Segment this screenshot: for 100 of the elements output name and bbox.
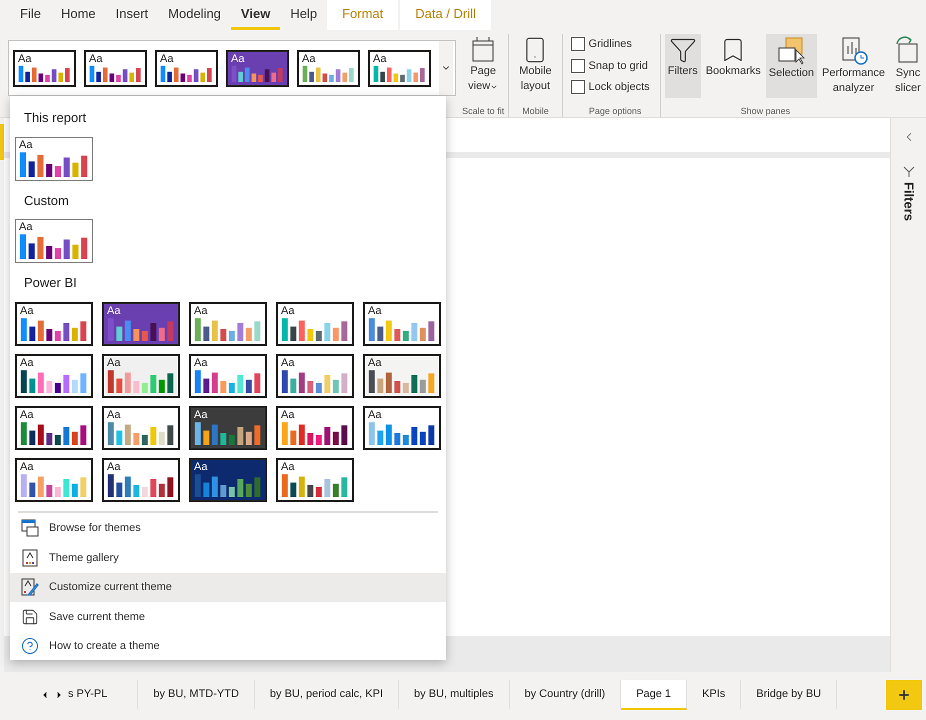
theme-sample-text: Aa — [107, 304, 122, 316]
page-tab[interactable]: Bridge by BU — [741, 680, 838, 710]
theme-thumbnail[interactable]: Aa — [189, 354, 267, 398]
theme-thumbnail[interactable]: Aa — [15, 406, 93, 450]
bar-chart-drawing — [19, 233, 89, 259]
bar-chart-drawing — [281, 368, 349, 392]
theme-thumbnail[interactable]: Aa — [226, 50, 289, 86]
window-icon — [21, 519, 39, 538]
pane-toggle-button[interactable]: Bookmarks — [702, 34, 764, 98]
bar-chart-drawing — [368, 420, 436, 444]
theme-sample-text: Aa — [302, 52, 316, 64]
theme-thumbnail[interactable]: Aa — [276, 354, 354, 398]
edit-theme-icon — [21, 578, 39, 596]
bar-chart-drawing — [231, 64, 284, 82]
theme-thumbnail[interactable]: Aa — [276, 302, 354, 346]
menu-tab[interactable]: Home — [50, 0, 106, 30]
menu-item[interactable]: Theme gallery — [10, 543, 446, 572]
group-label: Show panes — [740, 105, 790, 117]
theme-thumbnail[interactable]: Aa — [368, 50, 431, 86]
theme-sample-text: Aa — [160, 52, 174, 64]
mobile-layout-button[interactable]: Mobile layout — [519, 34, 552, 105]
theme-sample-text: Aa — [368, 408, 382, 420]
bar-chart-drawing — [368, 368, 436, 392]
page-tab[interactable]: by BU, MTD-YTD — [138, 680, 255, 710]
menu-item[interactable]: Customize current theme — [10, 572, 446, 602]
theme-thumbnail[interactable]: Aa — [84, 50, 147, 86]
checkbox[interactable] — [570, 58, 585, 73]
theme-thumbnail[interactable]: Aa — [102, 354, 180, 398]
bar-chart-drawing — [194, 316, 262, 340]
pane-toggle-button[interactable]: Performance analyzer — [819, 34, 888, 98]
theme-sample-text: Aa — [194, 304, 208, 316]
page-tab[interactable]: KPIs — [687, 680, 742, 710]
theme-sample-text: Aa — [194, 460, 208, 472]
menu-item[interactable]: How to create a theme — [10, 632, 446, 661]
theme-sample-text: Aa — [281, 408, 296, 420]
bar-chart-drawing — [281, 420, 349, 444]
theme-sample-text: Aa — [107, 408, 122, 420]
checkbox-label: Gridlines — [588, 37, 632, 52]
theme-sample-text: Aa — [107, 356, 122, 368]
group-label: Scale to fit — [462, 105, 504, 117]
theme-thumbnail[interactable]: Aa — [102, 406, 180, 450]
bar-chart-drawing — [194, 472, 262, 496]
page-tab[interactable]: by BU, period calc, KPI — [254, 680, 400, 710]
page-tab[interactable]: Page 1 — [621, 680, 688, 710]
theme-thumbnail[interactable]: Aa — [13, 50, 76, 86]
theme-thumbnail[interactable]: Aa — [276, 458, 354, 502]
theme-thumbnail[interactable]: Aa — [297, 50, 360, 86]
bar-chart-drawing — [20, 420, 88, 444]
page-tab[interactable]: by BU, multiples — [399, 680, 510, 710]
theme-thumbnail[interactable]: Aa — [155, 50, 218, 86]
page-view-button[interactable]: Page view — [468, 34, 498, 105]
page-tab[interactable]: s PY-PL — [66, 680, 138, 710]
section-heading: Power BI — [23, 274, 78, 292]
menu-item[interactable]: Save current theme — [10, 602, 446, 632]
checkbox[interactable] — [570, 80, 585, 94]
theme-thumbnail[interactable]: Aa — [363, 354, 441, 398]
bar-chart-drawing — [160, 64, 213, 82]
theme-thumbnail[interactable]: Aa — [15, 219, 93, 263]
theme-thumbnail[interactable]: Aa — [363, 406, 441, 450]
theme-sample-text: Aa — [373, 52, 388, 64]
bar-chart-drawing — [107, 420, 175, 444]
menu-tab[interactable]: Help — [280, 0, 328, 30]
pane-title: Filters — [900, 182, 918, 222]
bar-chart-drawing — [20, 472, 88, 496]
theme-thumbnail[interactable]: Aa — [363, 302, 441, 346]
menu-tab[interactable]: File — [10, 0, 51, 30]
theme-thumbnail[interactable]: Aa — [102, 302, 180, 346]
theme-thumbnail[interactable]: Aa — [15, 302, 93, 346]
bar-chart-drawing — [20, 368, 88, 392]
pane-toggle-button[interactable]: Selection — [766, 34, 818, 98]
theme-thumbnail[interactable]: Aa — [189, 458, 267, 502]
theme-thumbnail[interactable]: Aa — [102, 458, 180, 502]
section-heading: Custom — [23, 192, 70, 210]
theme-sample-text: Aa — [194, 408, 208, 420]
pane-toggle-button[interactable]: Filters — [664, 34, 701, 98]
add-page-button[interactable] — [886, 680, 922, 710]
menu-tab[interactable]: Modeling — [158, 0, 231, 30]
theme-sample-text: Aa — [368, 356, 382, 368]
theme-thumbnail[interactable]: Aa — [189, 302, 267, 346]
theme-thumbnail[interactable]: Aa — [15, 136, 93, 180]
bar-chart-drawing — [107, 368, 175, 392]
menu-tab[interactable]: View — [230, 0, 280, 30]
theme-sample-text: Aa — [281, 304, 296, 316]
theme-sample-text: Aa — [107, 460, 122, 472]
menu-item[interactable]: Browse for themes — [10, 514, 446, 543]
pane-toggle-button[interactable]: Sync slicer — [890, 34, 926, 98]
theme-sample-text: Aa — [89, 52, 104, 64]
theme-thumbnail[interactable]: Aa — [189, 406, 267, 450]
theme-thumbnail[interactable]: Aa — [276, 406, 354, 450]
theme-sample-text: Aa — [20, 356, 34, 368]
theme-sample-text: Aa — [20, 460, 34, 472]
theme-thumbnail[interactable]: Aa — [15, 354, 93, 398]
bar-chart-drawing — [368, 316, 436, 340]
theme-sample-text: Aa — [19, 138, 34, 150]
bar-chart-drawing — [281, 472, 349, 496]
menu-tab[interactable]: Insert — [106, 0, 158, 30]
bar-chart-drawing — [281, 316, 349, 340]
bar-chart-drawing — [373, 64, 426, 82]
checkbox[interactable] — [570, 37, 585, 52]
theme-thumbnail[interactable]: Aa — [15, 458, 93, 502]
